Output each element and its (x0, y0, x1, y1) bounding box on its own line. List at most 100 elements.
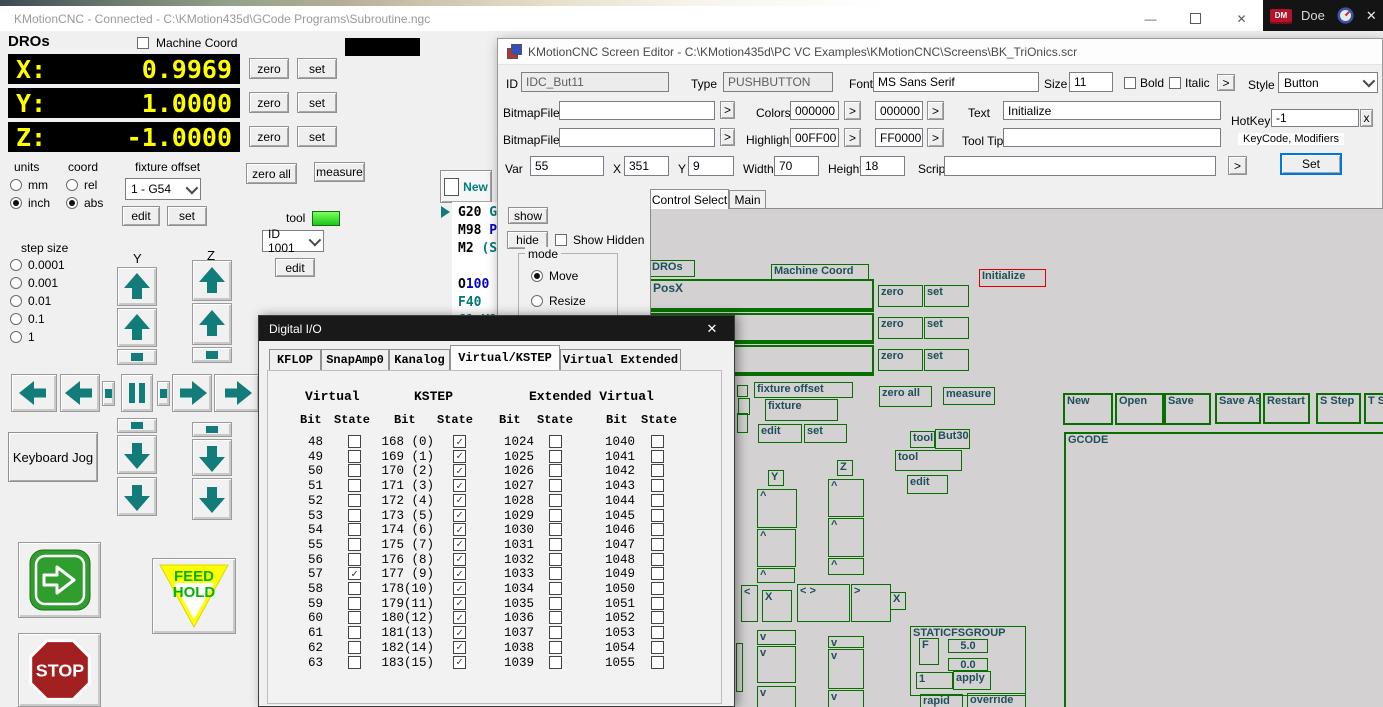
jog-y-minus-step-button[interactable] (117, 418, 157, 433)
bit-state-checkbox[interactable]: ✓ (453, 464, 466, 477)
bit-state-checkbox[interactable] (651, 626, 664, 639)
jog-pause-button[interactable] (121, 374, 153, 412)
bit-state-checkbox[interactable] (651, 611, 664, 624)
bit-state-checkbox[interactable]: ✓ (453, 567, 466, 580)
highlight-fore-field[interactable]: 00FF00 (790, 128, 839, 147)
bit-state-checkbox[interactable] (549, 538, 562, 551)
height-field[interactable]: 18 (860, 156, 905, 176)
coord-abs-radio[interactable] (66, 197, 78, 209)
canvas-x-mid[interactable]: < > (797, 584, 850, 622)
font-field[interactable]: MS Sans Serif (873, 72, 1039, 92)
bitmapfile1-field[interactable] (559, 101, 715, 120)
bit-state-checkbox[interactable]: ✓ (453, 450, 466, 463)
canvas-save-button[interactable]: Save (1164, 393, 1211, 425)
tab-kflop[interactable]: KFLOP (269, 349, 321, 370)
canvas-set-2[interactable]: set (924, 317, 969, 339)
bit-state-checkbox[interactable]: ✓ (453, 597, 466, 610)
bit-state-checkbox[interactable] (651, 656, 664, 669)
script-browse-button[interactable]: > (1228, 156, 1247, 175)
hotkey-field[interactable]: -1 (1271, 109, 1359, 127)
canvas-sstep-button[interactable]: S Step (1316, 393, 1361, 424)
zero-z-button[interactable]: zero (249, 126, 289, 147)
gcode-viewer[interactable]: G20 GM98 PM2 (S O100F40G1 X1 (452, 202, 497, 315)
canvas-fixture-offset-label[interactable]: fixture offset (754, 382, 853, 398)
units-mm-radio[interactable] (10, 179, 22, 191)
canvas-dros-label[interactable]: DROs (650, 260, 695, 277)
bit-state-checkbox[interactable] (651, 479, 664, 492)
fixture-edit-button[interactable]: edit (122, 206, 160, 226)
hotkey-clear-button[interactable]: x (1360, 109, 1373, 127)
canvas-x-axis-box[interactable]: X (762, 590, 792, 622)
measure-button[interactable]: measure (314, 162, 365, 182)
type-field[interactable]: PUSHBUTTON (723, 72, 833, 92)
canvas-x-left[interactable]: < (741, 585, 758, 622)
size-field[interactable]: 11 (1069, 72, 1113, 92)
bit-state-checkbox[interactable] (651, 553, 664, 566)
jog-y-plus-button[interactable] (117, 308, 157, 347)
highlight-back-pick-button[interactable]: > (927, 128, 944, 147)
step-unit-radio[interactable] (10, 331, 22, 343)
jog-y-minus-button[interactable] (117, 435, 157, 474)
bitmapfile2-browse-button[interactable]: > (720, 128, 735, 146)
canvas-y-axis-label[interactable]: Y (768, 470, 784, 486)
coord-rel-radio[interactable] (66, 179, 78, 191)
colors-fore-field[interactable]: 000000 (790, 101, 839, 120)
bit-state-checkbox[interactable]: ✓ (453, 435, 466, 448)
fixture-offset-select[interactable]: 1 - G54 (125, 178, 201, 200)
canvas-y-up-3[interactable]: ^ (757, 568, 795, 583)
tab-control-select[interactable]: Control Select (650, 189, 729, 209)
bit-state-checkbox[interactable] (549, 464, 562, 477)
canvas-edit-2[interactable]: edit (907, 475, 948, 494)
feed-hold-button[interactable]: FEED HOLD (152, 558, 236, 634)
bit-state-checkbox[interactable]: ✓ (453, 611, 466, 624)
bit-state-checkbox[interactable]: ✓ (453, 479, 466, 492)
bit-state-checkbox[interactable] (549, 479, 562, 492)
canvas-new-button[interactable]: New (1063, 393, 1113, 425)
keyboard-jog-button[interactable]: Keyboard Jog (8, 432, 98, 482)
bit-state-checkbox[interactable]: ✓ (453, 656, 466, 669)
jog-z-plus-button[interactable] (192, 303, 232, 345)
canvas-y-down-1[interactable]: v (757, 630, 796, 645)
font-more-button[interactable]: > (1217, 74, 1235, 91)
canvas-fragment-4[interactable] (736, 643, 743, 692)
canvas-gcode-box[interactable]: GCODE (1064, 432, 1383, 707)
zero-y-button[interactable]: zero (249, 92, 289, 113)
bit-state-checkbox[interactable] (651, 538, 664, 551)
step-001-radio[interactable] (10, 277, 22, 289)
jog-x-minus-fast-button[interactable] (11, 374, 57, 412)
close-icon[interactable]: ✕ (698, 316, 726, 341)
step-01-radio[interactable] (10, 295, 22, 307)
canvas-x-axis-label2[interactable]: X (890, 592, 906, 610)
italic-checkbox[interactable] (1169, 77, 1181, 89)
gcode-new-button[interactable]: New (440, 170, 492, 203)
canvas-tool-label-sm[interactable]: tool (910, 431, 935, 448)
gauge-icon[interactable] (1337, 7, 1354, 24)
highlight-back-field[interactable]: FF0000 (875, 128, 923, 147)
canvas-edit-1[interactable]: edit (758, 424, 802, 443)
id-field[interactable]: IDC_But11 (521, 72, 669, 92)
style-select[interactable]: Button (1278, 72, 1378, 93)
bit-state-checkbox[interactable] (651, 435, 664, 448)
canvas-z-axis-label[interactable]: Z (837, 460, 853, 476)
cycle-start-button[interactable] (18, 542, 101, 618)
tool-edit-button[interactable]: edit (275, 258, 315, 277)
bit-state-checkbox[interactable] (549, 523, 562, 536)
bit-state-checkbox[interactable]: ✓ (453, 538, 466, 551)
bit-state-checkbox[interactable] (651, 567, 664, 580)
show-hidden-checkbox[interactable] (555, 234, 567, 246)
bit-state-checkbox[interactable] (549, 553, 562, 566)
bitmapfile2-field[interactable] (559, 128, 715, 147)
y-field[interactable]: 9 (688, 156, 734, 176)
canvas-z-down-1[interactable]: v (828, 636, 864, 648)
jog-x-minus-button[interactable] (60, 374, 100, 412)
canvas-saveas-button[interactable]: Save As (1215, 393, 1261, 424)
canvas-but30[interactable]: But30 (935, 429, 970, 449)
colors-back-pick-button[interactable]: > (927, 101, 944, 120)
jog-x-plus-button[interactable] (172, 374, 212, 412)
jog-y-minus-fast-button[interactable] (117, 477, 157, 516)
maximize-icon[interactable] (1173, 6, 1218, 31)
tool-id-select[interactable]: ID 1001 (262, 230, 324, 252)
editor-canvas[interactable]: DROsMachine CoordInitializePosXzerosetze… (650, 208, 1383, 707)
mode-move-radio[interactable] (531, 270, 543, 282)
bit-state-checkbox[interactable] (651, 523, 664, 536)
